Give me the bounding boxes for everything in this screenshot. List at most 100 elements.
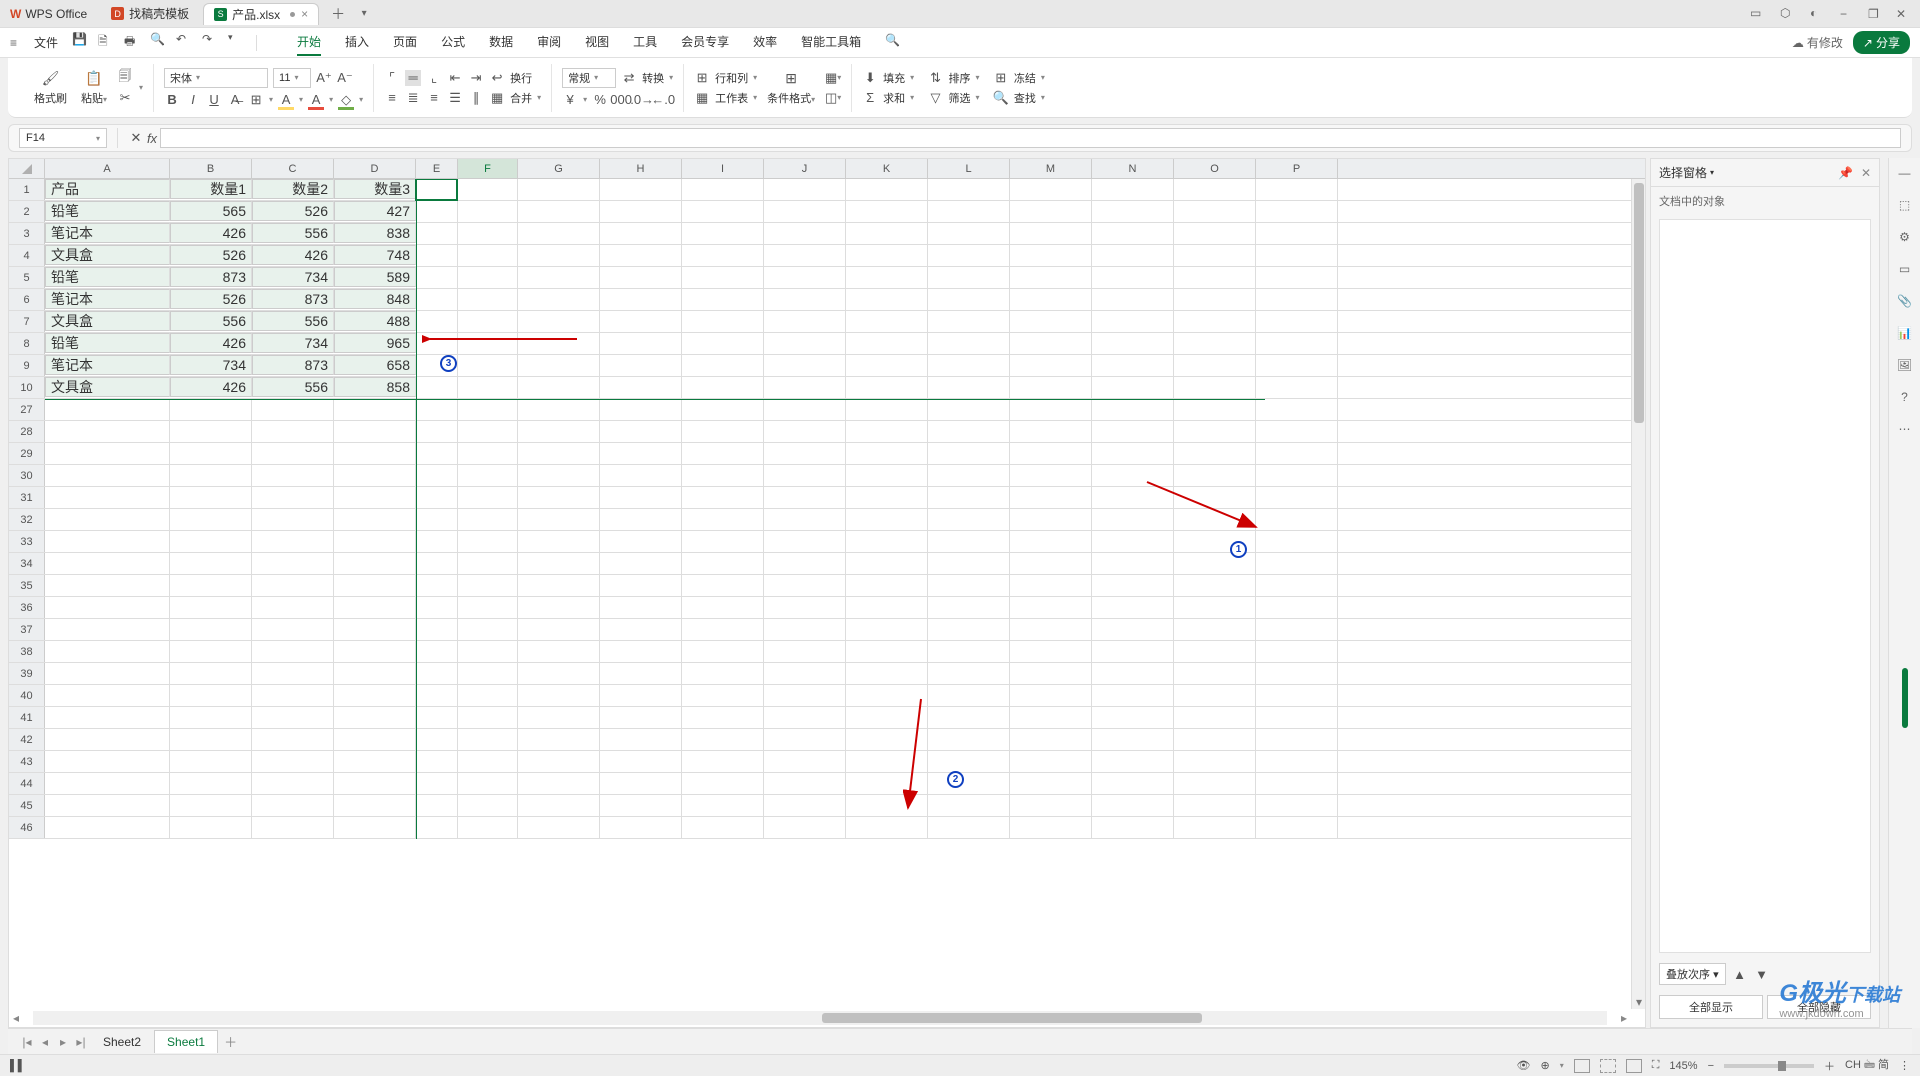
number-format-select[interactable]: 常规▾ xyxy=(562,68,616,88)
cell[interactable] xyxy=(518,399,600,420)
cell[interactable] xyxy=(416,685,458,706)
cell[interactable] xyxy=(682,465,764,486)
cell[interactable] xyxy=(458,267,518,288)
row-header[interactable]: 5 xyxy=(9,267,45,288)
cell[interactable] xyxy=(600,245,682,266)
cell[interactable] xyxy=(1092,311,1174,332)
cell[interactable] xyxy=(458,531,518,552)
account-icon[interactable]: ◐ xyxy=(1810,6,1826,22)
tab-insert[interactable]: 插入 xyxy=(345,29,369,56)
cell[interactable] xyxy=(458,817,518,838)
cell[interactable] xyxy=(1256,289,1338,310)
pane-title-dropdown[interactable]: ▾ xyxy=(1710,168,1714,177)
cell[interactable] xyxy=(928,267,1010,288)
cell[interactable] xyxy=(1010,795,1092,816)
cut-button[interactable]: ✂ xyxy=(117,90,133,106)
cell[interactable] xyxy=(1092,817,1174,838)
cell[interactable]: 426 xyxy=(170,223,252,243)
cell[interactable] xyxy=(764,267,846,288)
wrap-icon[interactable]: ↩ xyxy=(489,70,505,86)
cell[interactable] xyxy=(416,751,458,772)
cell[interactable] xyxy=(600,751,682,772)
cell[interactable] xyxy=(1256,663,1338,684)
row-header[interactable]: 39 xyxy=(9,663,45,684)
cell[interactable] xyxy=(1174,663,1256,684)
cell[interactable] xyxy=(600,201,682,222)
cell[interactable]: 文具盒 xyxy=(45,245,170,265)
cell[interactable] xyxy=(1092,531,1174,552)
cell[interactable] xyxy=(846,443,928,464)
cell[interactable] xyxy=(846,289,928,310)
cell[interactable] xyxy=(928,685,1010,706)
name-box[interactable]: F14▾ xyxy=(19,128,107,148)
cell[interactable]: 铅笔 xyxy=(45,267,170,287)
cell[interactable] xyxy=(416,795,458,816)
merge-icon[interactable]: ▦ xyxy=(489,90,505,106)
cell[interactable] xyxy=(600,509,682,530)
status-record-icon[interactable]: ▌▌ xyxy=(10,1060,26,1072)
cell[interactable] xyxy=(1174,289,1256,310)
cell[interactable] xyxy=(518,509,600,530)
cell[interactable] xyxy=(1010,487,1092,508)
col-header-E[interactable]: E xyxy=(416,159,458,178)
cell[interactable] xyxy=(928,179,1010,200)
cell[interactable] xyxy=(416,289,458,310)
close-pane-icon[interactable]: ✕ xyxy=(1861,166,1871,180)
cell[interactable] xyxy=(1092,773,1174,794)
cell[interactable] xyxy=(1092,751,1174,772)
cell[interactable] xyxy=(1092,619,1174,640)
cell[interactable] xyxy=(846,509,928,530)
indent-inc-icon[interactable]: ⇥ xyxy=(468,70,484,86)
cell[interactable] xyxy=(170,487,252,508)
cell[interactable] xyxy=(846,487,928,508)
cell[interactable] xyxy=(682,355,764,376)
cell[interactable]: 426 xyxy=(170,333,252,353)
cell[interactable] xyxy=(1174,641,1256,662)
cell[interactable] xyxy=(170,773,252,794)
cell[interactable] xyxy=(1174,817,1256,838)
cell[interactable] xyxy=(600,553,682,574)
tab-formula[interactable]: 公式 xyxy=(441,29,465,56)
cell[interactable] xyxy=(1010,355,1092,376)
cell[interactable] xyxy=(416,377,458,398)
cell[interactable] xyxy=(846,179,928,200)
cell[interactable] xyxy=(1010,531,1092,552)
cell[interactable]: 铅笔 xyxy=(45,333,170,353)
cell[interactable]: 526 xyxy=(170,245,252,265)
cell[interactable] xyxy=(1092,553,1174,574)
font-size-select[interactable]: 11▾ xyxy=(273,68,311,88)
cell[interactable] xyxy=(252,685,334,706)
cell[interactable]: 数量1 xyxy=(170,179,252,199)
preview-icon[interactable]: 🔍 xyxy=(150,32,166,53)
cell[interactable] xyxy=(458,201,518,222)
cell[interactable] xyxy=(846,245,928,266)
cell[interactable] xyxy=(928,421,1010,442)
cell[interactable] xyxy=(334,465,416,486)
cell[interactable] xyxy=(1174,245,1256,266)
row-header[interactable]: 8 xyxy=(9,333,45,354)
cell[interactable] xyxy=(1174,267,1256,288)
cell[interactable] xyxy=(518,795,600,816)
cell[interactable] xyxy=(458,245,518,266)
cell[interactable] xyxy=(600,223,682,244)
col-header-H[interactable]: H xyxy=(600,159,682,178)
tab-efficiency[interactable]: 效率 xyxy=(753,29,777,56)
cell[interactable] xyxy=(45,399,170,420)
convert-icon[interactable]: ⇄ xyxy=(621,70,637,86)
cell[interactable]: 526 xyxy=(170,289,252,309)
cell[interactable] xyxy=(416,399,458,420)
cell[interactable] xyxy=(1174,707,1256,728)
cell[interactable] xyxy=(170,619,252,640)
attach-icon[interactable]: 📎 xyxy=(1896,292,1914,310)
cell[interactable]: 873 xyxy=(252,289,334,309)
cell[interactable] xyxy=(518,685,600,706)
row-header[interactable]: 35 xyxy=(9,575,45,596)
cell[interactable] xyxy=(764,487,846,508)
cell[interactable] xyxy=(928,399,1010,420)
cell[interactable] xyxy=(170,509,252,530)
cell[interactable] xyxy=(764,443,846,464)
cell[interactable] xyxy=(600,795,682,816)
cell[interactable] xyxy=(252,619,334,640)
zoom-in-button[interactable]: ＋ xyxy=(1824,1058,1835,1074)
cell[interactable] xyxy=(1174,333,1256,354)
